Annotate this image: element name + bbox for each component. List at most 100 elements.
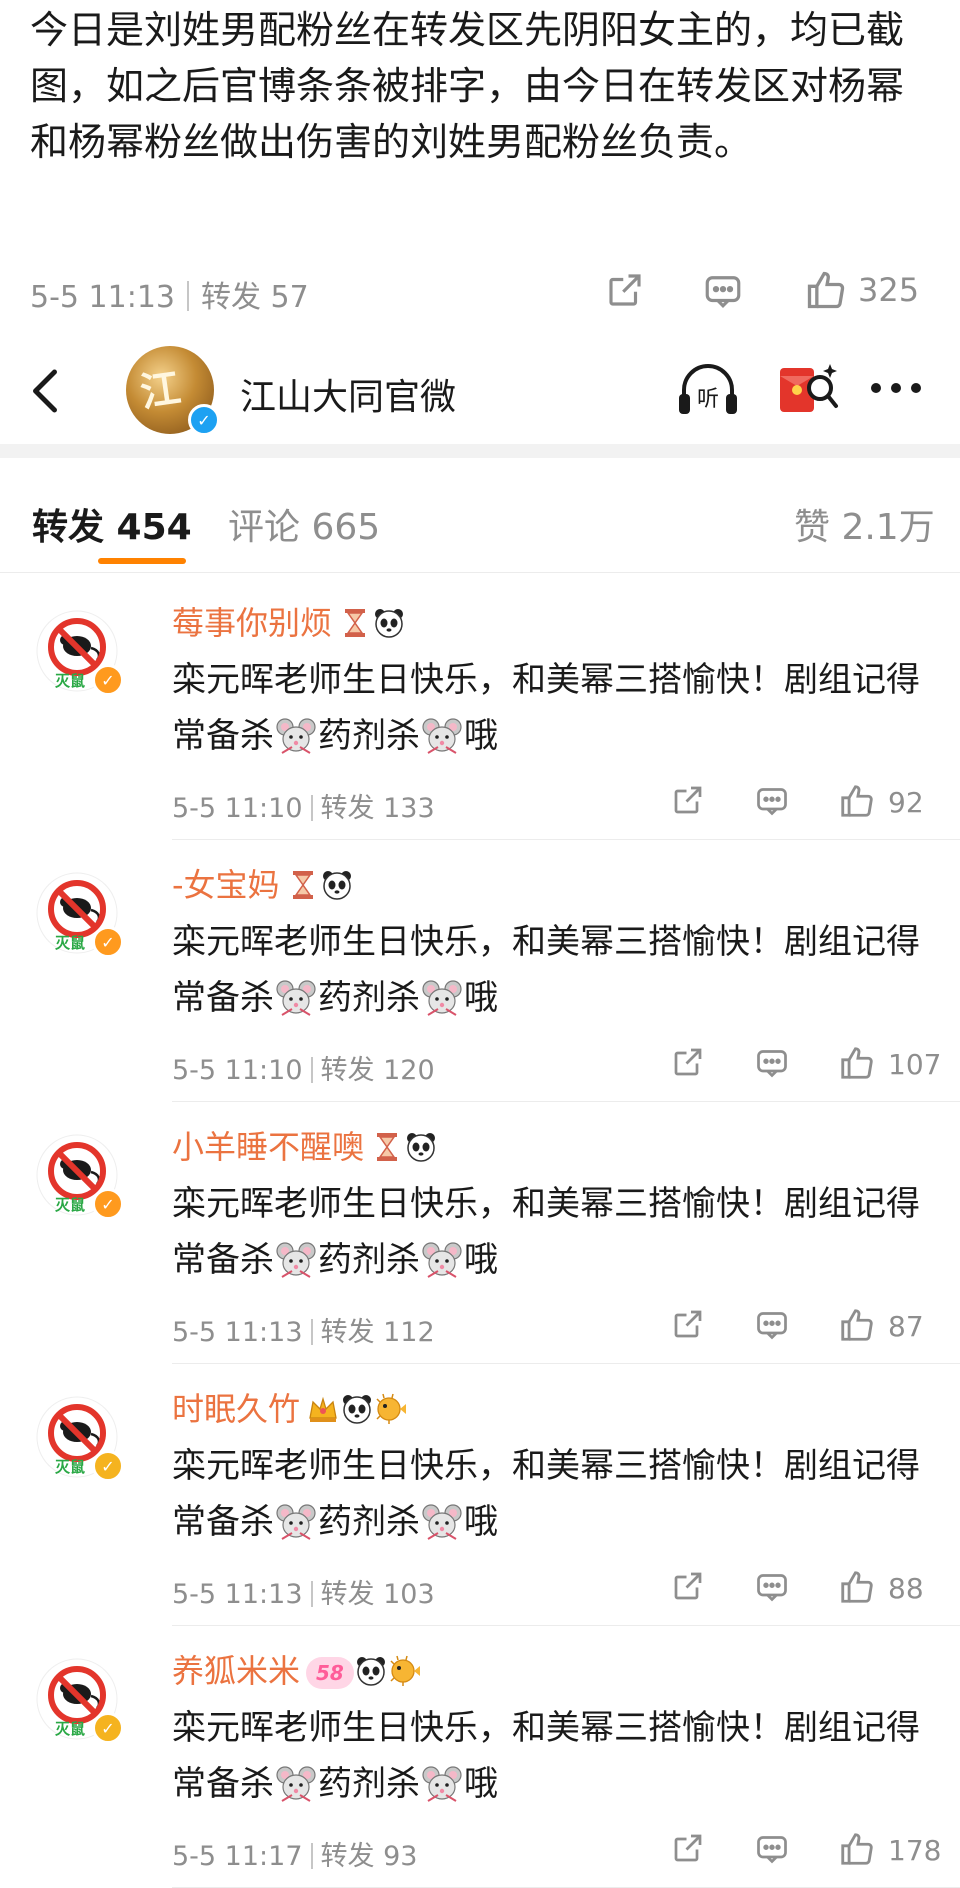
post-text: 今日是刘姓男配粉丝在转发区先阴阳女主的，均已截图，如之后官博条条被排字，由今日在… <box>30 8 905 164</box>
username-row: 时眠久竹 <box>172 1384 408 1430</box>
like-button[interactable] <box>838 1044 876 1086</box>
thumbs-up-icon <box>841 1047 873 1079</box>
verified-badge-icon: ✓ <box>92 1450 124 1482</box>
repost-count[interactable]: 转发 112 <box>321 1317 435 1348</box>
listen-button[interactable]: 听 <box>676 360 740 424</box>
user-avatar[interactable]: 灭鼠 ✓ <box>36 872 124 958</box>
comment-icon <box>757 1836 787 1864</box>
like-button[interactable]: 325 <box>804 268 919 312</box>
repost-count[interactable]: 转发 120 <box>321 1055 435 1086</box>
comment-button[interactable] <box>754 1830 790 1870</box>
user-badges <box>286 864 354 902</box>
repost-text: 栾元晖老师生日快乐，和美幂三搭愉快！剧组记得常备杀 药剂杀哦 <box>172 1438 932 1550</box>
repost-item[interactable]: 灭鼠 ✓ -女宝妈 栾元晖老师生日快乐，和美幂三搭愉快！剧组记得常备杀 药剂杀哦 … <box>0 840 960 1102</box>
red-packet-search-button[interactable] <box>776 358 840 424</box>
panda-icon <box>372 606 406 640</box>
post-meta: 5-5 11:13 转发 57 <box>30 272 309 316</box>
repost-item[interactable]: 灭鼠 ✓ 养狐米米 58 栾元晖老师生日快乐，和美幂三搭愉快！剧组记得常备杀 药剂… <box>0 1626 960 1888</box>
comment-icon <box>757 1050 787 1078</box>
tab-repost[interactable]: 转发 454 <box>32 498 192 550</box>
like-button[interactable] <box>838 1568 876 1610</box>
mouse-emoji-icon <box>276 1501 316 1541</box>
user-badges <box>370 1126 438 1164</box>
active-tab-indicator <box>98 558 186 564</box>
mouse-emoji-icon <box>276 1239 316 1279</box>
avatar-caption: 灭鼠 <box>54 672 85 690</box>
repost-text: 栾元晖老师生日快乐，和美幂三搭愉快！剧组记得常备杀 药剂杀哦 <box>172 914 932 1026</box>
comment-button[interactable] <box>702 268 744 312</box>
back-button[interactable] <box>26 366 64 420</box>
tab-like[interactable]: 赞 2.1万 <box>794 498 935 550</box>
share-button[interactable] <box>670 1044 706 1084</box>
hourglass-icon <box>370 1130 404 1164</box>
repost-meta: 5-5 11:10 转发 133 <box>172 786 435 825</box>
mouse-emoji-icon <box>276 1763 316 1803</box>
chevron-left-icon <box>33 369 57 413</box>
username[interactable]: 小羊睡不醒噢 <box>172 1122 364 1168</box>
user-avatar[interactable]: 灭鼠 ✓ <box>36 1396 124 1482</box>
thumbs-up-icon <box>841 1309 873 1341</box>
share-button[interactable] <box>604 268 646 312</box>
mouse-emoji-icon <box>422 1239 462 1279</box>
tab-comment[interactable]: 评论 665 <box>228 498 380 550</box>
user-avatar[interactable]: 灭鼠 ✓ <box>36 1134 124 1220</box>
repost-text: 栾元晖老师生日快乐，和美幂三搭愉快！剧组记得常备杀 药剂杀哦 <box>172 1700 932 1812</box>
repost-item[interactable]: 灭鼠 ✓ 时眠久竹 栾元晖老师生日快乐，和美幂三搭愉快！剧组记得常备杀 药剂杀哦 … <box>0 1364 960 1626</box>
repost-time: 5-5 11:13 <box>172 1579 303 1610</box>
pufferfish-icon <box>374 1392 408 1426</box>
meta-separator <box>187 281 189 311</box>
comment-icon <box>757 1312 787 1340</box>
repost-text: 栾元晖老师生日快乐，和美幂三搭愉快！剧组记得常备杀 药剂杀哦 <box>172 652 932 764</box>
comment-button[interactable] <box>754 1044 790 1084</box>
repost-text-mid: 药剂杀 <box>318 1502 420 1542</box>
account-name[interactable]: 江山大同官微 <box>240 368 456 420</box>
share-icon <box>609 274 641 306</box>
like-count: 92 <box>888 786 924 819</box>
repost-text-mid: 药剂杀 <box>318 1240 420 1280</box>
meta-separator <box>310 1319 313 1345</box>
verified-badge-icon: ✓ <box>188 404 220 436</box>
repost-count[interactable]: 转发 93 <box>321 1841 418 1872</box>
username[interactable]: 养狐米米 <box>172 1646 300 1692</box>
username-row: 莓事你别烦 <box>172 598 406 644</box>
avatar-caption: 灭鼠 <box>54 934 85 952</box>
verified-badge-icon: ✓ <box>92 926 124 958</box>
more-button[interactable] <box>866 368 926 412</box>
panda-icon <box>320 868 354 902</box>
share-icon <box>674 1310 702 1338</box>
like-button[interactable] <box>838 1830 876 1872</box>
user-avatar[interactable]: 灭鼠 ✓ <box>36 1658 124 1744</box>
pufferfish-icon <box>388 1654 422 1688</box>
like-count: 88 <box>888 1572 924 1605</box>
comment-icon <box>705 276 741 308</box>
user-avatar[interactable]: 灭鼠 ✓ <box>36 610 124 696</box>
repost-item[interactable]: 灭鼠 ✓ 莓事你别烦 栾元晖老师生日快乐，和美幂三搭愉快！剧组记得常备杀 药剂杀哦… <box>0 578 960 840</box>
mouse-emoji-icon <box>422 1763 462 1803</box>
repost-count[interactable]: 转发 133 <box>321 793 435 824</box>
avatar-calligraphy: 江 <box>137 364 184 417</box>
share-button[interactable] <box>670 782 706 822</box>
like-button[interactable] <box>838 782 876 824</box>
repost-count[interactable]: 转发 103 <box>321 1579 435 1610</box>
repost-item[interactable]: 灭鼠 ✓ 小羊睡不醒噢 栾元晖老师生日快乐，和美幂三搭愉快！剧组记得常备杀 药剂杀… <box>0 1102 960 1364</box>
comment-button[interactable] <box>754 1306 790 1346</box>
red-envelope-search-icon <box>780 364 838 412</box>
like-button[interactable] <box>838 1306 876 1348</box>
share-button[interactable] <box>670 1568 706 1608</box>
comment-button[interactable] <box>754 782 790 822</box>
username[interactable]: 时眠久竹 <box>172 1384 300 1430</box>
thumbs-up-icon <box>841 785 873 817</box>
hourglass-icon <box>338 606 372 640</box>
avatar-caption: 灭鼠 <box>54 1458 85 1476</box>
repost-time: 5-5 11:17 <box>172 1841 303 1872</box>
mouse-emoji-icon <box>422 715 462 755</box>
username[interactable]: 莓事你别烦 <box>172 598 332 644</box>
post-repost-count[interactable]: 转发 57 <box>201 280 309 315</box>
verified-badge-icon: ✓ <box>92 664 124 696</box>
comment-button[interactable] <box>754 1568 790 1608</box>
repost-time: 5-5 11:10 <box>172 793 303 824</box>
listen-label: 听 <box>697 387 719 412</box>
username[interactable]: -女宝妈 <box>172 860 280 906</box>
share-button[interactable] <box>670 1306 706 1346</box>
share-button[interactable] <box>670 1830 706 1870</box>
